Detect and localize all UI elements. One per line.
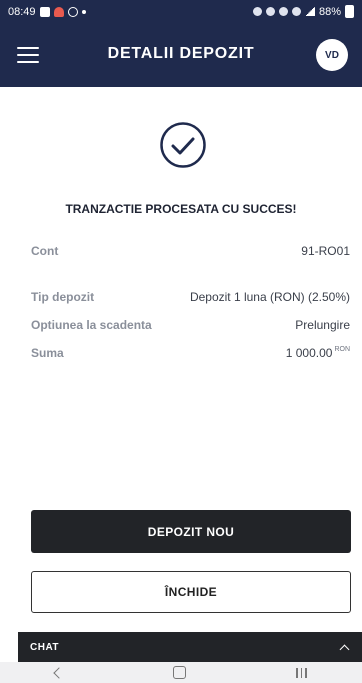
chevron-up-icon[interactable]: [339, 644, 350, 654]
recent-apps-icon[interactable]: [296, 667, 307, 678]
battery-percent: 88%: [318, 5, 341, 18]
status-time: 08:49: [8, 5, 36, 18]
heart-icon: [53, 6, 64, 17]
wifi-icon: [291, 7, 301, 16]
amount-currency: RON: [334, 346, 350, 353]
avatar[interactable]: VD: [316, 39, 348, 71]
status-bar-left: 08:49: [8, 6, 86, 18]
app-header: DETALII DEPOZIT VD: [0, 23, 362, 87]
detail-row-account: Cont 91-RO01: [31, 242, 350, 260]
detail-row-maturity-option: Optiunea la scadenta Prelungire: [31, 316, 350, 334]
calendar-icon: [39, 6, 50, 17]
new-deposit-button[interactable]: DEPOZIT NOU: [31, 510, 351, 553]
amount-value: 1 000.00 RON: [286, 346, 350, 360]
chat-label: CHAT: [30, 641, 60, 653]
signal-icon: [304, 7, 315, 16]
detail-row-amount: Suma 1 000.00 RON: [31, 344, 350, 362]
battery-icon: [345, 5, 354, 18]
system-nav-bar: [0, 662, 362, 683]
maturity-option-label: Optiunea la scadenta: [31, 318, 152, 332]
account-value: 91-RO01: [301, 244, 350, 258]
success-message: TRANZACTIE PROCESATA CU SUCCES!: [65, 202, 297, 216]
amount-number: 1 000.00: [285, 346, 333, 360]
back-icon[interactable]: [53, 666, 65, 679]
mute-icon: [278, 7, 288, 16]
maturity-option-value: Prelungire: [295, 318, 350, 332]
whatsapp-icon: [67, 6, 78, 17]
home-icon[interactable]: [173, 666, 187, 679]
detail-row-deposit-type: Tip depozit Depozit 1 luna (RON) (2.50%): [31, 288, 350, 306]
success-check-icon: [160, 122, 206, 168]
account-label: Cont: [31, 244, 59, 258]
page-title: DETALII DEPOZIT: [107, 45, 255, 62]
close-button[interactable]: ÎNCHIDE: [31, 571, 351, 613]
notification-dot-icon: [81, 9, 86, 14]
amount-label: Suma: [31, 346, 64, 360]
status-bar: 08:49 88%: [0, 0, 362, 23]
deposit-type-value: Depozit 1 luna (RON) (2.50%): [189, 290, 350, 304]
alarm-icon: [252, 7, 262, 16]
deposit-type-label: Tip depozit: [31, 290, 95, 304]
bluetooth-icon: [265, 7, 275, 16]
status-bar-right: 88%: [252, 5, 354, 18]
chat-bar[interactable]: CHAT: [18, 632, 362, 662]
